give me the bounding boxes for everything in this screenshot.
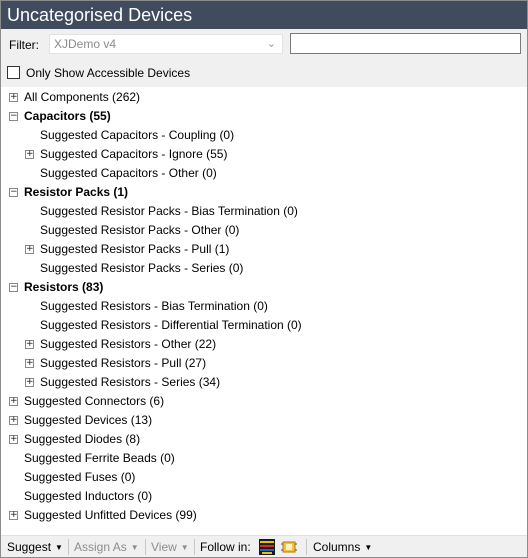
tree-node[interactable]: + Suggested Resistors - Other (22) (1, 335, 527, 354)
expand-plus-icon[interactable]: + (25, 359, 34, 368)
expand-plus-icon[interactable]: + (9, 93, 18, 102)
only-accessible-label[interactable]: Only Show Accessible Devices (26, 66, 190, 80)
tree-node-label: Suggested Capacitors - Other (0) (40, 166, 217, 180)
dropdown-caret-icon: ▼ (180, 543, 189, 552)
uncategorised-devices-panel: Uncategorised Devices Filter: XJDemo v4 … (0, 0, 528, 558)
tree-node[interactable]: Suggested Resistors - Differential Termi… (1, 316, 527, 335)
tree-node-label: Suggested Resistor Packs - Pull (1) (40, 242, 230, 256)
columns-label: Columns (313, 540, 361, 554)
tree-node[interactable]: + Suggested Connectors (6) (1, 392, 527, 411)
filter-selected-value: XJDemo v4 (54, 37, 117, 51)
window-title: Uncategorised Devices (1, 1, 527, 29)
tree-node-label: Suggested Resistors - Differential Termi… (40, 318, 302, 332)
tree-node[interactable]: − Resistor Packs (1) (1, 183, 527, 202)
tree-node-label: Suggested Unfitted Devices (99) (24, 508, 197, 522)
tree-node-label: Suggested Capacitors - Coupling (0) (40, 128, 235, 142)
tree-node-label: Suggested Resistor Packs - Bias Terminat… (40, 204, 298, 218)
tree-node[interactable]: + Suggested Resistor Packs - Pull (1) (1, 240, 527, 259)
toolbar-separator (194, 539, 195, 555)
dropdown-caret-icon: ▼ (55, 543, 63, 552)
tree-node[interactable]: + Suggested Unfitted Devices (99) (1, 506, 527, 525)
suggest-menu[interactable]: Suggest ▼ (7, 539, 63, 556)
expand-plus-icon[interactable]: + (25, 378, 34, 387)
accessible-checkbox-row: Only Show Accessible Devices (1, 60, 527, 87)
tree-node-label: Resistor Packs (1) (24, 185, 129, 199)
expand-plus-icon[interactable]: + (9, 416, 18, 425)
filter-search-input[interactable] (290, 33, 521, 54)
tree-node[interactable]: Suggested Resistor Packs - Other (0) (1, 221, 527, 240)
tree-node[interactable]: Suggested Ferrite Beads (0) (1, 449, 527, 468)
expand-plus-icon[interactable]: + (25, 245, 34, 254)
bottom-toolbar: Suggest ▼ Assign As ▼ View ▼ Follow in: Col… (1, 535, 527, 557)
tree-node-label: All Components (262) (24, 90, 141, 104)
expand-plus-icon[interactable]: + (9, 397, 18, 406)
tree-node[interactable]: + Suggested Capacitors - Ignore (55) (1, 145, 527, 164)
chevron-down-icon: ⌄ (266, 38, 276, 50)
expand-plus-icon[interactable]: + (25, 150, 34, 159)
schematic-view-icon[interactable] (281, 539, 297, 555)
tree-node-label: Suggested Fuses (0) (24, 470, 136, 484)
layout-view-icon[interactable] (259, 539, 275, 555)
filter-label: Filter: (9, 38, 39, 52)
only-accessible-checkbox[interactable] (7, 66, 20, 79)
view-label: View (151, 540, 177, 554)
filter-dropdown[interactable]: XJDemo v4 ⌄ (49, 34, 283, 54)
toolbar-separator (145, 539, 146, 555)
tree-node[interactable]: Suggested Resistor Packs - Series (0) (1, 259, 527, 278)
expand-plus-icon[interactable]: + (9, 435, 18, 444)
tree-node[interactable]: Suggested Fuses (0) (1, 468, 527, 487)
follow-in-label: Follow in: (200, 540, 251, 554)
dropdown-caret-icon: ▼ (130, 543, 139, 552)
tree-node-label: Resistors (83) (24, 280, 104, 294)
tree-node[interactable]: Suggested Capacitors - Coupling (0) (1, 126, 527, 145)
tree-node-label: Suggested Capacitors - Ignore (55) (40, 147, 228, 161)
tree-node-label: Suggested Resistors - Bias Termination (… (40, 299, 268, 313)
tree-node[interactable]: Suggested Resistors - Bias Termination (… (1, 297, 527, 316)
tree-node[interactable]: Suggested Resistor Packs - Bias Terminat… (1, 202, 527, 221)
view-menu[interactable]: View ▼ (151, 539, 189, 556)
tree-node-label: Suggested Inductors (0) (24, 489, 153, 503)
collapse-minus-icon[interactable]: − (9, 283, 18, 292)
toolbar-separator (306, 539, 307, 555)
tree-node-label: Suggested Diodes (8) (24, 432, 141, 446)
toolbar-separator (68, 539, 69, 555)
tree-node[interactable]: − Resistors (83) (1, 278, 527, 297)
tree-node-label: Suggested Devices (13) (24, 413, 153, 427)
tree-node[interactable]: Suggested Inductors (0) (1, 487, 527, 506)
tree-node[interactable]: + Suggested Resistors - Pull (27) (1, 354, 527, 373)
collapse-minus-icon[interactable]: − (9, 112, 18, 121)
tree-node[interactable]: + Suggested Resistors - Series (34) (1, 373, 527, 392)
tree-node-label: Capacitors (55) (24, 109, 111, 123)
dropdown-caret-icon: ▼ (364, 543, 373, 552)
tree-node[interactable]: + All Components (262) (1, 88, 527, 107)
expand-plus-icon[interactable]: + (9, 511, 18, 520)
suggest-label: Suggest (7, 540, 52, 554)
tree-node[interactable]: − Capacitors (55) (1, 107, 527, 126)
expand-plus-icon[interactable]: + (25, 340, 34, 349)
tree-node-label: Suggested Resistors - Series (34) (40, 375, 221, 389)
tree-node-label: Suggested Resistors - Other (22) (40, 337, 217, 351)
columns-menu[interactable]: Columns ▼ (313, 539, 372, 556)
assign-as-label: Assign As (74, 540, 127, 554)
tree-node[interactable]: Suggested Capacitors - Other (0) (1, 164, 527, 183)
filter-row: Filter: XJDemo v4 ⌄ (1, 29, 527, 60)
tree-node-label: Suggested Connectors (6) (24, 394, 165, 408)
tree-node[interactable]: + Suggested Diodes (8) (1, 430, 527, 449)
tree-node-label: Suggested Resistor Packs - Series (0) (40, 261, 244, 275)
tree-node-label: Suggested Resistor Packs - Other (0) (40, 223, 240, 237)
collapse-minus-icon[interactable]: − (9, 188, 18, 197)
tree-node[interactable]: + Suggested Devices (13) (1, 411, 527, 430)
tree-node-label: Suggested Resistors - Pull (27) (40, 356, 207, 370)
assign-as-menu[interactable]: Assign As ▼ (74, 539, 139, 556)
tree-node-label: Suggested Ferrite Beads (0) (24, 451, 175, 465)
device-tree[interactable]: + All Components (262) − Capacitors (55) Sug… (1, 87, 527, 527)
